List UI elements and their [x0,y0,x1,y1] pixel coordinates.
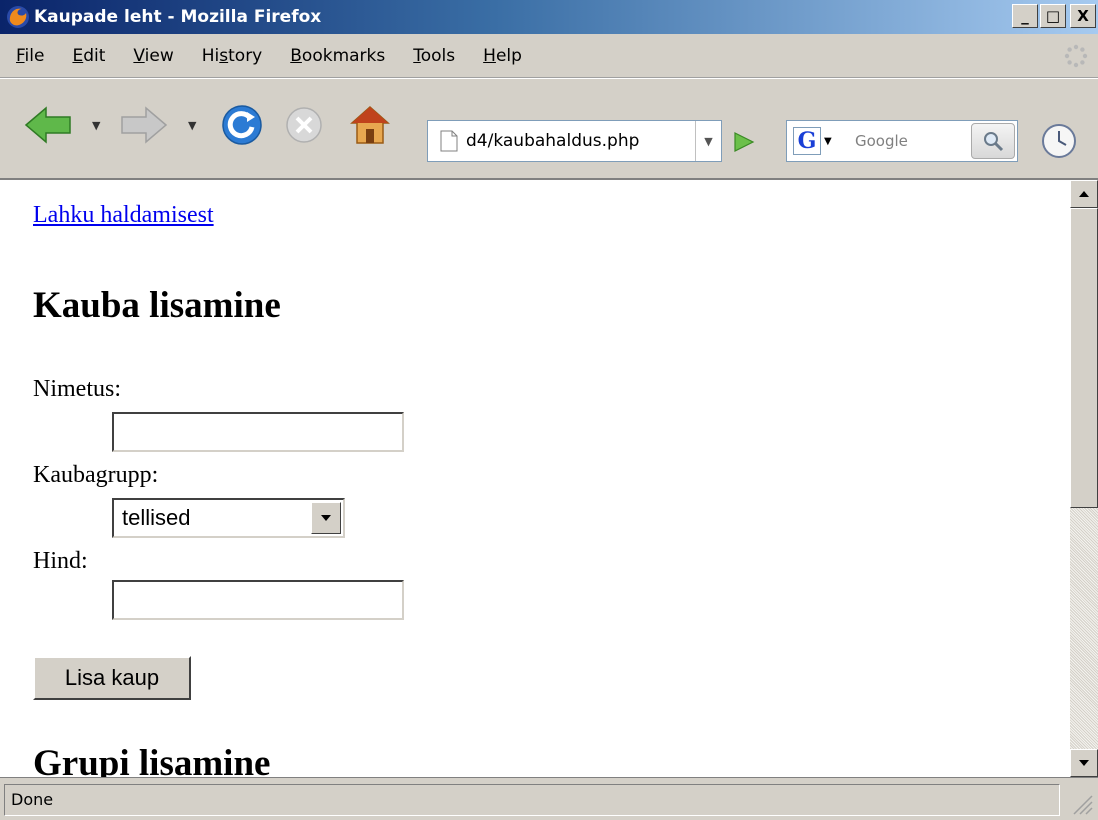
search-button[interactable] [971,123,1015,159]
status-text: Done [4,784,1060,816]
home-button[interactable] [344,99,396,151]
firefox-icon [7,6,29,28]
menu-history[interactable]: History [188,46,277,66]
engine-dropdown-icon: ▼ [824,135,832,147]
status-bar: Done [0,777,1098,820]
magnifier-icon [984,132,1004,152]
menu-view[interactable]: View [119,46,187,66]
throbber-icon [1064,44,1088,68]
forward-arrow-icon [121,106,168,144]
vertical-scrollbar[interactable] [1070,180,1098,777]
page-icon [440,130,458,152]
menu-help[interactable]: Help [469,46,536,66]
back-history-dropdown[interactable]: ▼ [92,119,100,132]
go-button[interactable] [729,130,759,154]
stop-icon [286,107,322,143]
scroll-up-button[interactable] [1070,180,1098,208]
add-product-button[interactable]: Lisa kaup [33,656,191,700]
resize-grip-icon[interactable] [1068,790,1094,816]
heading-add-group: Grupi lisamine [33,743,271,777]
menu-file[interactable]: File [4,46,58,66]
price-label: Hind: [33,548,88,574]
back-arrow-icon [24,106,71,144]
close-icon: X [1077,7,1089,25]
maximize-icon: □ [1045,7,1061,25]
google-icon: G [793,127,821,155]
window-title: Kaupade leht - Mozilla Firefox [34,7,322,27]
forward-history-dropdown[interactable]: ▼ [188,119,196,132]
price-input[interactable] [112,580,404,620]
clock-icon[interactable] [1040,122,1078,160]
scroll-down-button[interactable] [1070,749,1098,777]
reload-button[interactable] [216,99,268,151]
page-content: Lahku haldamisest Kauba lisamine Nimetus… [0,180,1070,777]
group-select-arrow[interactable] [311,502,341,534]
minimize-button[interactable]: _ [1012,4,1038,28]
url-bar[interactable]: d4/kaubahaldus.php ▼ [427,120,722,162]
scroll-down-icon [1079,760,1089,766]
scroll-thumb[interactable] [1070,208,1098,508]
chevron-down-icon [321,515,331,521]
search-input[interactable]: Google [855,132,971,150]
group-select-value: tellised [122,505,191,530]
group-select[interactable]: tellised [112,498,345,538]
maximize-button[interactable]: □ [1040,4,1066,28]
minimize-icon: _ [1021,7,1029,25]
close-button[interactable]: X [1070,4,1096,28]
group-label: Kaubagrupp: [33,462,159,488]
menu-bar: File Edit View History Bookmarks Tools H… [0,34,1098,78]
menu-bookmarks[interactable]: Bookmarks [276,46,399,66]
reload-icon [222,105,262,145]
scroll-up-icon [1079,191,1089,197]
menu-tools[interactable]: Tools [399,46,469,66]
search-engine-selector[interactable]: G ▼ [793,123,849,159]
back-button[interactable] [22,99,74,151]
title-bar: Kaupade leht - Mozilla Firefox _ □ X [0,0,1098,34]
stop-button[interactable] [278,99,330,151]
menu-edit[interactable]: Edit [58,46,119,66]
home-icon [350,105,390,144]
dropdown-arrow-icon: ▼ [704,134,713,148]
url-history-dropdown[interactable]: ▼ [695,121,721,161]
search-bar: G ▼ Google [786,120,1018,162]
exit-admin-link[interactable]: Lahku haldamisest [33,202,214,229]
heading-add-product: Kauba lisamine [33,285,281,326]
forward-button[interactable] [118,99,170,151]
name-input[interactable] [112,412,404,452]
url-text[interactable]: d4/kaubahaldus.php [466,131,695,151]
name-label: Nimetus: [33,376,121,402]
